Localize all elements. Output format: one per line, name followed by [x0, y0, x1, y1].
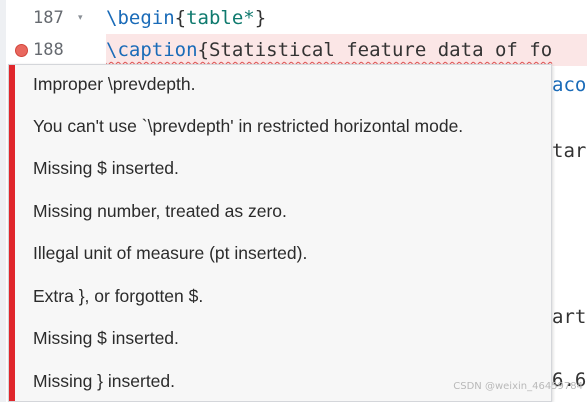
error-message: Missing $ inserted.	[33, 328, 179, 348]
fold-arrow-icon[interactable]: ▾	[78, 13, 83, 23]
brace-open: {	[197, 39, 209, 61]
latex-argument: table*	[186, 7, 255, 29]
gutter-line-187[interactable]: 187 ▾	[6, 2, 98, 34]
code-line-188[interactable]: \caption{Statistical feature data of fo	[106, 34, 587, 66]
error-message: You can't use `\prevdepth' in restricted…	[33, 116, 464, 136]
latex-command: \caption	[106, 39, 198, 61]
error-message: Missing } inserted.	[33, 371, 176, 391]
brace-close: }	[254, 7, 267, 29]
brace-open: {	[174, 7, 187, 29]
caption-text: Statistical feature data of fo	[208, 39, 553, 61]
error-message: Extra }, or forgotten $.	[33, 286, 204, 306]
code-fragment: art	[552, 306, 587, 328]
error-message: Improper \prevdepth.	[33, 74, 196, 94]
code-line-187[interactable]: \begin{table*}	[106, 2, 266, 34]
error-message: Illegal unit of measure (pt inserted).	[33, 243, 308, 263]
error-message: Missing $ inserted.	[33, 158, 179, 178]
error-tooltip: Improper \prevdepth. You can't use `\pre…	[8, 64, 552, 402]
code-fragment: tar	[552, 140, 587, 162]
watermark: CSDN @weixin_46459784	[453, 381, 583, 392]
gutter-line-188[interactable]: 188	[6, 34, 98, 66]
line-number: 187	[33, 8, 64, 28]
error-message: Missing number, treated as zero.	[33, 201, 287, 221]
error-severity-bar	[9, 65, 15, 401]
latex-command: \begin	[106, 7, 175, 29]
error-marker-icon[interactable]	[15, 43, 28, 57]
code-fragment: aco	[552, 74, 587, 96]
line-number: 188	[33, 40, 64, 60]
